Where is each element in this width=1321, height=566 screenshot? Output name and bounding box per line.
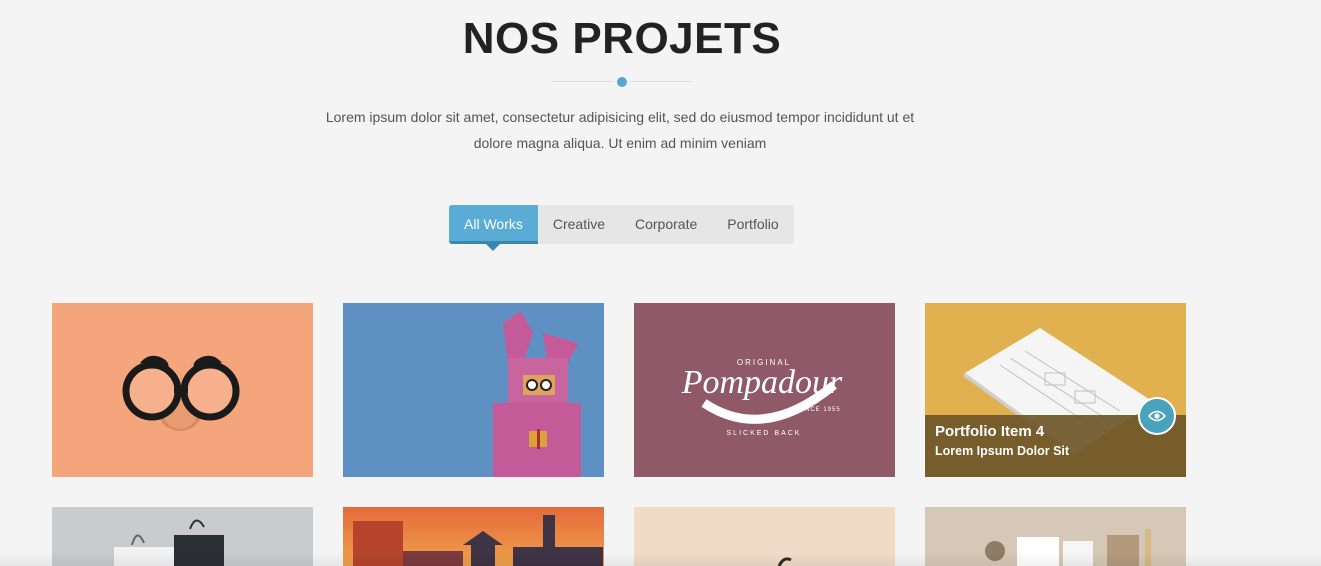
filter-corporate[interactable]: Corporate bbox=[620, 205, 712, 244]
filter-portfolio[interactable]: Portfolio bbox=[712, 205, 793, 244]
portfolio-item-2[interactable] bbox=[343, 303, 604, 477]
logo-main-text: Pompadour bbox=[681, 364, 843, 401]
portfolio-item-1[interactable] bbox=[52, 303, 313, 477]
portfolio-filter-bar: All Works Creative Corporate Portfolio bbox=[449, 205, 794, 244]
glasses-mustache-illustration bbox=[52, 303, 313, 477]
eye-icon[interactable] bbox=[1138, 397, 1176, 435]
portfolio-item-3[interactable]: ORIGINAL Pompadour SINCE 1955 SLICKED BA… bbox=[634, 303, 895, 477]
pink-bunny-illustration bbox=[343, 303, 604, 477]
section-title: NOS PROJETS bbox=[462, 14, 782, 63]
page-bottom-shadow bbox=[0, 552, 1321, 566]
filter-all-works[interactable]: All Works bbox=[449, 205, 538, 244]
section-subtitle: Lorem ipsum dolor sit amet, consectetur … bbox=[325, 109, 915, 151]
logo-right-text: SINCE 1955 bbox=[797, 407, 840, 413]
portfolio-item-4[interactable]: Portfolio Item 4 Lorem Ipsum Dolor Sit bbox=[925, 303, 1186, 477]
divider-dot bbox=[614, 74, 630, 90]
portfolio-item-subtitle: Lorem Ipsum Dolor Sit bbox=[935, 444, 1070, 458]
filter-creative[interactable]: Creative bbox=[538, 205, 620, 244]
logo-bottom-text: SLICKED BACK bbox=[727, 430, 802, 437]
pompadour-logo-illustration: ORIGINAL Pompadour SINCE 1955 SLICKED BA… bbox=[634, 303, 895, 477]
